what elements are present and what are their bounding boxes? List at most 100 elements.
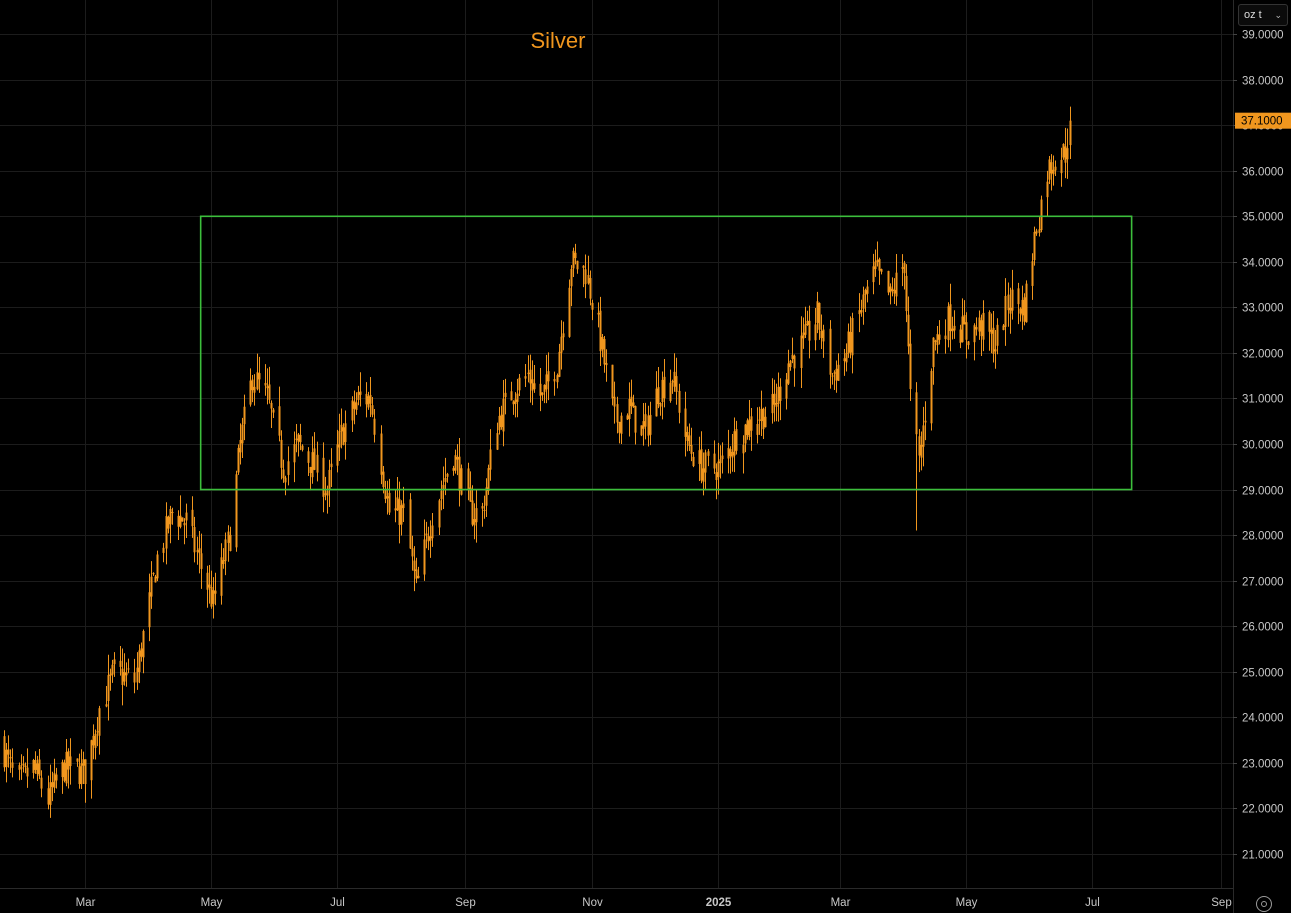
candle-body <box>220 557 223 596</box>
candle-body <box>1007 294 1010 311</box>
candle-body <box>729 449 732 457</box>
chart-background <box>0 0 1291 913</box>
y-tick-label: 29.0000 <box>1242 486 1284 498</box>
candle-body <box>903 262 906 274</box>
last-price-label: 37.1000 <box>1235 112 1291 129</box>
candle-body <box>773 393 776 405</box>
candle-body <box>930 370 933 424</box>
candle-body <box>572 250 575 269</box>
candle-body <box>1004 295 1007 327</box>
candle-body <box>355 402 358 410</box>
candle-body <box>702 468 705 482</box>
candle-body <box>1021 299 1024 316</box>
candle-body <box>309 466 312 474</box>
unit-selector[interactable]: oz t ⌄ <box>1238 4 1288 26</box>
candle-body <box>721 455 724 460</box>
candle-body <box>138 650 141 672</box>
y-tick-label: 21.0000 <box>1242 850 1284 862</box>
candle-body <box>835 368 838 381</box>
candle-body <box>849 332 852 353</box>
candle-body <box>959 329 962 343</box>
candle-body <box>568 287 571 337</box>
candle-body <box>938 334 941 340</box>
candle-body <box>107 675 110 701</box>
x-tick-label: Jul <box>330 897 345 909</box>
x-tick-label: May <box>201 897 223 909</box>
candle-body <box>282 469 285 479</box>
candle-body <box>208 584 211 588</box>
candle-body <box>988 311 991 332</box>
candle-body <box>597 312 600 315</box>
candle-body <box>415 569 418 579</box>
candle-body <box>20 767 23 769</box>
candle-body <box>92 735 95 746</box>
candle-body <box>514 399 517 404</box>
candle-body <box>700 449 703 481</box>
candle-body <box>915 392 918 435</box>
candle-body <box>369 394 372 404</box>
candle-body <box>63 762 66 781</box>
candle-body <box>698 450 701 464</box>
candle-body <box>483 509 486 511</box>
x-tick-label: Sep <box>1211 897 1231 909</box>
candle-body <box>992 327 995 354</box>
candle-body <box>932 337 935 368</box>
candle-body <box>704 452 707 473</box>
candle-body <box>24 765 27 768</box>
candle-body <box>373 418 376 435</box>
candle-body <box>297 434 300 442</box>
candle-body <box>628 398 631 419</box>
x-tick-label: May <box>956 897 978 909</box>
candle-body <box>760 408 763 422</box>
last-price-text: 37.1000 <box>1241 116 1283 128</box>
candle-body <box>179 515 182 527</box>
candle-body <box>661 379 664 402</box>
y-tick-label: 26.0000 <box>1242 622 1284 634</box>
candle-body <box>413 560 416 572</box>
candle-body <box>591 302 594 310</box>
candle-body <box>322 457 325 497</box>
candle-body <box>357 391 360 400</box>
candle-body <box>191 509 194 527</box>
candle-body <box>669 382 672 401</box>
candle-body <box>214 590 217 594</box>
candle-body <box>460 468 463 495</box>
candle-body <box>384 489 387 500</box>
candle-body <box>55 774 58 781</box>
candle-body <box>76 758 79 762</box>
candle-body <box>1019 308 1022 314</box>
candle-body <box>136 667 139 683</box>
candle-body <box>1011 289 1014 311</box>
candle-body <box>61 761 64 778</box>
candle-body <box>1046 181 1049 198</box>
candle-body <box>777 386 780 404</box>
candle-body <box>177 515 180 527</box>
candle-body <box>944 335 947 340</box>
y-tick-label: 32.0000 <box>1242 349 1284 361</box>
candle-body <box>1060 159 1063 174</box>
candle-body <box>109 673 112 676</box>
candle-body <box>618 421 621 433</box>
candle-body <box>764 416 767 428</box>
candle-body <box>626 415 629 420</box>
candle-body <box>862 294 865 309</box>
candle-body <box>601 337 604 350</box>
candle-body <box>311 452 314 478</box>
candle-body <box>1002 325 1005 331</box>
candle-body <box>67 751 70 770</box>
candle-body <box>36 763 39 774</box>
candle-body <box>1052 169 1055 175</box>
candle-body <box>198 548 201 554</box>
candle-body <box>735 429 738 451</box>
gear-icon[interactable] <box>1256 896 1272 912</box>
candle-body <box>541 392 544 395</box>
candle-body <box>775 403 778 407</box>
candle-body <box>239 439 242 453</box>
candle-body <box>816 301 819 323</box>
candle-body <box>717 461 720 478</box>
unit-selector-value: oz t <box>1244 9 1262 21</box>
candle-body <box>953 325 956 331</box>
candle-body <box>125 672 128 676</box>
candle-body <box>845 352 848 363</box>
candle-body <box>51 782 54 787</box>
